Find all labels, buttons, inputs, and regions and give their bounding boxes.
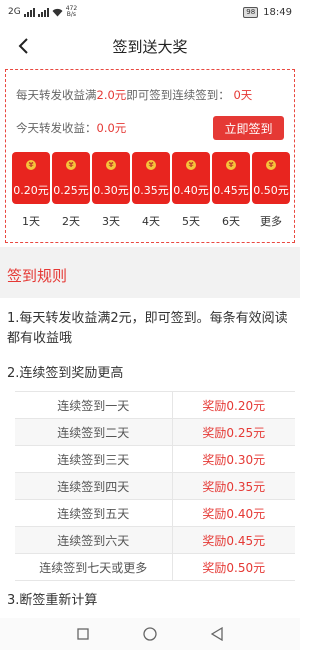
signin-button[interactable]: 立即签到 xyxy=(213,116,284,140)
packet-day-2: ¥0.25元 2天 xyxy=(52,152,90,229)
system-nav-bar xyxy=(0,618,300,650)
requirement-prefix: 每天转发收益满 xyxy=(16,88,97,102)
packet-day-label: 1天 xyxy=(22,215,40,228)
table-row: 连续签到七天或更多 奖励0.50元 xyxy=(15,553,295,581)
yuan-coin-icon: ¥ xyxy=(66,160,76,170)
table-cell-reward: 奖励0.40元 xyxy=(172,499,295,527)
table-cell-reward: 奖励0.20元 xyxy=(172,391,295,419)
packet-amount: 0.45元 xyxy=(213,184,249,197)
packet-day-3: ¥0.30元 3天 xyxy=(92,152,130,229)
requirement-amount: 2.0元 xyxy=(96,88,127,102)
table-cell-condition: 连续签到七天或更多 xyxy=(15,553,173,581)
red-packet-row: ¥0.20元 1天 ¥0.25元 2天 ¥0.30元 3天 ¥0.35元 4天 … xyxy=(12,152,290,232)
red-packet[interactable]: ¥0.25元 xyxy=(52,152,90,204)
rule-1: 1.每天转发收益满2元，即可签到。每条有效阅读都有收益哦 xyxy=(7,311,288,346)
signin-panel: 每天转发收益满2.0元即可签到连续签到： 0天 今天转发收益：0.0元 立即签到… xyxy=(5,69,295,243)
table-cell-reward: 奖励0.30元 xyxy=(172,445,295,473)
today-earnings: 今天转发收益：0.0元 xyxy=(16,120,126,136)
signin-requirement: 每天转发收益满2.0元即可签到连续签到： 0天 xyxy=(16,87,252,103)
home-button[interactable] xyxy=(138,622,162,646)
packet-day-5: ¥0.40元 5天 xyxy=(172,152,210,229)
signal-icon-2 xyxy=(37,7,49,17)
battery-icon: 98 xyxy=(243,6,259,18)
packet-day-label: 更多 xyxy=(260,215,282,228)
status-bar: 2G 472 B/s 98 18:49 xyxy=(0,0,300,24)
yuan-coin-icon: ¥ xyxy=(146,160,156,170)
table-cell-reward: 奖励0.45元 xyxy=(172,526,295,554)
table-cell-reward: 奖励0.25元 xyxy=(172,418,295,446)
chevron-left-icon xyxy=(18,38,28,54)
table-row: 连续签到五天 奖励0.40元 xyxy=(15,499,295,527)
nav-bar: 签到送大奖 xyxy=(0,24,300,68)
red-packet[interactable]: ¥0.45元 xyxy=(212,152,250,204)
packet-amount: 0.20元 xyxy=(13,184,49,197)
recent-apps-button[interactable] xyxy=(71,622,95,646)
packet-amount: 0.50元 xyxy=(253,184,289,197)
table-row: 连续签到六天 奖励0.45元 xyxy=(15,526,295,554)
rules-header: 签到规则 xyxy=(0,253,300,298)
table-cell-condition: 连续签到一天 xyxy=(15,391,173,419)
page-title: 签到送大奖 xyxy=(112,37,188,56)
triangle-left-icon xyxy=(210,627,223,641)
red-packet[interactable]: ¥0.20元 xyxy=(12,152,50,204)
circle-icon xyxy=(143,627,157,641)
packet-amount: 0.25元 xyxy=(53,184,89,197)
today-label: 今天转发收益： xyxy=(16,121,97,135)
status-right: 98 18:49 xyxy=(243,6,292,18)
red-packet[interactable]: ¥0.30元 xyxy=(92,152,130,204)
table-row: 连续签到二天 奖励0.25元 xyxy=(15,418,295,446)
packet-day-label: 6天 xyxy=(222,215,240,228)
consecutive-days: 0天 xyxy=(233,88,253,102)
square-icon xyxy=(77,628,89,640)
yuan-coin-icon: ¥ xyxy=(266,160,276,170)
table-row: 连续签到四天 奖励0.35元 xyxy=(15,472,295,500)
packet-day-label: 5天 xyxy=(182,215,200,228)
packet-day-6: ¥0.45元 6天 xyxy=(212,152,250,229)
network-speed: 472 B/s xyxy=(66,6,77,18)
packet-day-label: 2天 xyxy=(62,215,80,228)
requirement-middle: 即可签到连续签到： xyxy=(126,88,230,102)
reward-table: 连续签到一天 奖励0.20元 连续签到二天 奖励0.25元 连续签到三天 奖励0.30… xyxy=(15,391,295,581)
wifi-icon xyxy=(52,8,63,16)
packet-day-label: 4天 xyxy=(142,215,160,228)
battery-level: 98 xyxy=(246,7,256,16)
red-packet[interactable]: ¥0.40元 xyxy=(172,152,210,204)
table-cell-condition: 连续签到五天 xyxy=(15,499,173,527)
table-cell-condition: 连续签到六天 xyxy=(15,526,173,554)
packet-day-1: ¥0.20元 1天 xyxy=(12,152,50,229)
back-button[interactable] xyxy=(10,32,38,60)
rule-2: 2.连续签到奖励更高 xyxy=(7,366,124,381)
packet-day-more: ¥0.50元 更多 xyxy=(252,152,290,229)
yuan-coin-icon: ¥ xyxy=(226,160,236,170)
status-left: 2G 472 B/s xyxy=(8,6,77,18)
signal-icon xyxy=(23,7,35,17)
table-cell-condition: 连续签到三天 xyxy=(15,445,173,473)
table-row: 连续签到一天 奖励0.20元 xyxy=(15,391,295,419)
red-packet[interactable]: ¥0.50元 xyxy=(252,152,290,204)
packet-amount: 0.30元 xyxy=(93,184,129,197)
table-cell-condition: 连续签到二天 xyxy=(15,418,173,446)
red-packet[interactable]: ¥0.35元 xyxy=(132,152,170,204)
table-row: 连续签到三天 奖励0.30元 xyxy=(15,445,295,473)
today-value: 0.0元 xyxy=(96,121,127,135)
packet-day-4: ¥0.35元 4天 xyxy=(132,152,170,229)
table-cell-condition: 连续签到四天 xyxy=(15,472,173,500)
yuan-coin-icon: ¥ xyxy=(106,160,116,170)
packet-amount: 0.40元 xyxy=(173,184,209,197)
speed-unit: B/s xyxy=(66,11,77,18)
clock: 18:49 xyxy=(263,6,292,18)
table-cell-reward: 奖励0.35元 xyxy=(172,472,295,500)
system-back-button[interactable] xyxy=(205,622,229,646)
yuan-coin-icon: ¥ xyxy=(186,160,196,170)
table-cell-reward: 奖励0.50元 xyxy=(172,553,295,581)
rule-3: 3.断签重新计算 xyxy=(7,593,98,608)
packet-day-label: 3天 xyxy=(102,215,120,228)
network-type: 2G xyxy=(8,7,21,17)
yuan-coin-icon: ¥ xyxy=(26,160,36,170)
packet-amount: 0.35元 xyxy=(133,184,169,197)
